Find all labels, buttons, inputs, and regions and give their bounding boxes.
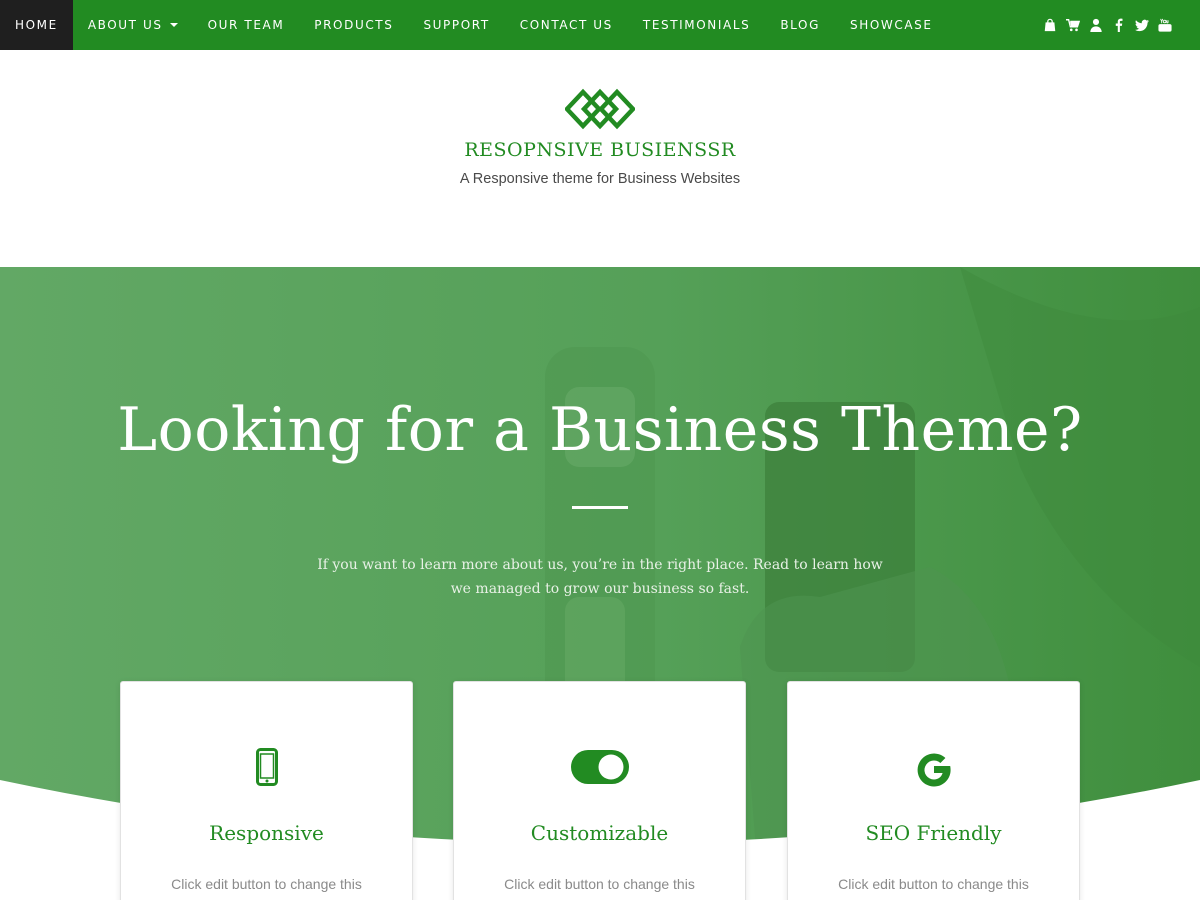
youtube-icon[interactable] xyxy=(1158,18,1172,32)
nav-item-support[interactable]: Support xyxy=(408,0,504,50)
site-title[interactable]: RESOPNSIVE BUSIENSSR xyxy=(0,139,1200,161)
feature-card-responsive[interactable]: Responsive Click edit button to change t… xyxy=(120,681,413,900)
top-navigation: Home About Us Our Team Products Support … xyxy=(0,0,1200,50)
nav-item-our-team[interactable]: Our Team xyxy=(193,0,300,50)
nav-item-contact-us[interactable]: Contact Us xyxy=(505,0,628,50)
nav-item-label: Support xyxy=(423,18,490,32)
mobile-phone-icon xyxy=(121,748,412,788)
google-g-icon xyxy=(788,748,1079,788)
cart-icon[interactable] xyxy=(1066,18,1080,32)
nav-item-home[interactable]: Home xyxy=(0,0,73,50)
site-logo-icon[interactable] xyxy=(563,88,637,136)
feature-text: Click edit button to change this xyxy=(171,876,362,892)
nav-item-label: Home xyxy=(15,18,58,32)
toggle-on-icon xyxy=(454,748,745,788)
feature-card-seo-friendly[interactable]: SEO Friendly Click edit button to change… xyxy=(787,681,1080,900)
nav-item-testimonials[interactable]: Testimonials xyxy=(628,0,765,50)
feature-title: Customizable xyxy=(530,821,669,845)
nav-item-blog[interactable]: Blog xyxy=(765,0,835,50)
nav-item-label: About Us xyxy=(87,18,163,32)
nav-item-label: Products xyxy=(314,18,394,32)
twitter-icon[interactable] xyxy=(1135,18,1149,32)
nav-item-products[interactable]: Products xyxy=(299,0,408,50)
feature-text: Click edit button to change this xyxy=(504,876,695,892)
nav-item-label: Testimonials xyxy=(642,18,751,32)
facebook-icon[interactable] xyxy=(1112,18,1126,32)
feature-card-customizable[interactable]: Customizable Click edit button to change… xyxy=(453,681,746,900)
hero-divider xyxy=(572,506,628,509)
feature-text: Click edit button to change this xyxy=(838,876,1029,892)
hero-description: If you want to learn more about us, you’… xyxy=(317,557,883,597)
nav-item-label: Showcase xyxy=(849,18,933,32)
shopping-bag-icon[interactable] xyxy=(1043,18,1057,32)
nav-icon-group xyxy=(1043,0,1172,50)
nav-item-about-us[interactable]: About Us xyxy=(73,0,193,50)
nav-item-label: Contact Us xyxy=(519,18,613,32)
user-icon[interactable] xyxy=(1089,18,1103,32)
hero-title: Looking for a Business Theme? xyxy=(117,395,1083,465)
site-header: RESOPNSIVE BUSIENSSR A Responsive theme … xyxy=(0,50,1200,267)
nav-item-label: Our Team xyxy=(207,18,285,32)
site-tagline: A Responsive theme for Business Websites xyxy=(459,171,741,187)
caret-down-icon xyxy=(169,23,178,27)
nav-item-showcase[interactable]: Showcase xyxy=(835,0,948,50)
feature-title: Responsive xyxy=(209,821,324,845)
feature-title: SEO Friendly xyxy=(865,821,1002,845)
nav-item-label: Blog xyxy=(780,18,820,32)
